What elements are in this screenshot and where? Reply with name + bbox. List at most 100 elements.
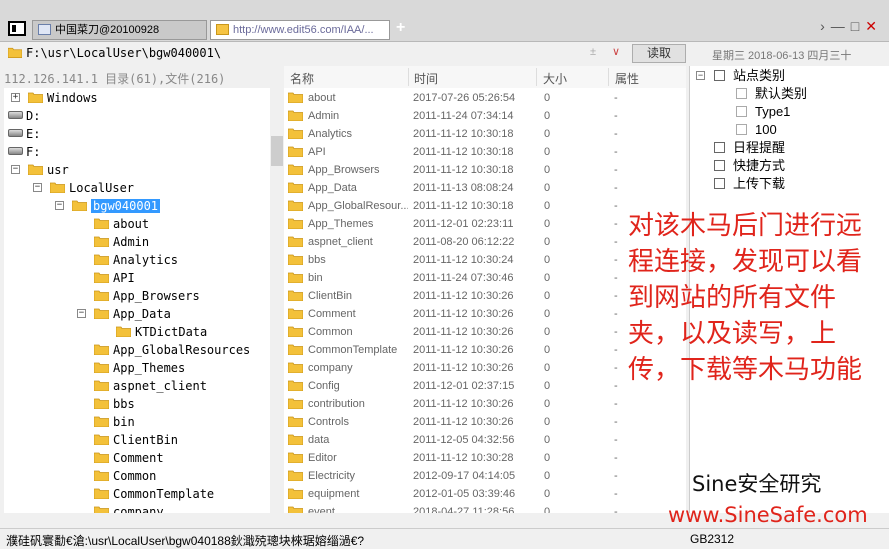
file-row[interactable]: data 2011-12-05 04:32:56 0 -: [284, 431, 686, 449]
column-time[interactable]: 时间: [414, 70, 438, 87]
column-divider[interactable]: [608, 68, 609, 86]
column-divider[interactable]: [408, 68, 409, 86]
file-row[interactable]: company 2011-11-12 10:30:26 0 -: [284, 359, 686, 377]
tab-site[interactable]: http://www.edit56.com/IAA/...: [210, 20, 390, 40]
chevron-right-icon[interactable]: ›: [820, 18, 831, 34]
site-panel-item[interactable]: 快捷方式: [714, 157, 785, 175]
tree-item[interactable]: aspnet_client: [94, 377, 207, 395]
tree-item[interactable]: Common: [94, 467, 156, 485]
file-row[interactable]: Config 2011-12-01 02:37:15 0 -: [284, 377, 686, 395]
column-size[interactable]: 大小: [543, 70, 567, 87]
file-row[interactable]: Electricity 2012-09-17 04:14:05 0 -: [284, 467, 686, 485]
file-row[interactable]: Editor 2011-11-12 10:30:28 0 -: [284, 449, 686, 467]
item-icon: [736, 124, 747, 135]
file-row[interactable]: event 2018-04-27 11:28:56 0 -: [284, 503, 686, 513]
tree-item[interactable]: Admin: [94, 233, 149, 251]
file-row[interactable]: about 2017-07-26 05:26:54 0 -: [284, 89, 686, 107]
file-row[interactable]: App_Themes 2011-12-01 02:23:11 0 -: [284, 215, 686, 233]
file-row[interactable]: CommonTemplate 2011-11-12 10:30:26 0 -: [284, 341, 686, 359]
collapse-icon[interactable]: −: [696, 71, 705, 80]
tree-item[interactable]: ClientBin: [94, 431, 178, 449]
file-time: 2011-11-12 10:30:18: [413, 200, 514, 212]
directory-tree[interactable]: + Windows D: E: F: − usr − LocalUser − bgw040001 ab…: [4, 88, 270, 513]
file-name: App_Themes: [308, 218, 374, 230]
path-input[interactable]: F:\usr\LocalUser\bgw040001\: [26, 46, 221, 60]
site-panel-item[interactable]: 上传下载: [714, 175, 785, 193]
file-row[interactable]: aspnet_client 2011-08-20 06:12:22 0 -: [284, 233, 686, 251]
column-attr[interactable]: 属性: [615, 70, 639, 87]
tree-item[interactable]: CommonTemplate: [94, 485, 214, 503]
app-icon[interactable]: [8, 21, 26, 36]
file-row[interactable]: equipment 2012-01-05 03:39:46 0 -: [284, 485, 686, 503]
collapse-icon[interactable]: −: [33, 183, 42, 192]
tree-item[interactable]: F:: [8, 143, 40, 161]
maximize-button[interactable]: □: [851, 18, 865, 34]
tab-main[interactable]: 中国菜刀@20100928: [32, 20, 207, 40]
expand-icon[interactable]: +: [11, 93, 20, 102]
site-panel-item[interactable]: Type1: [736, 103, 790, 121]
file-row[interactable]: API 2011-11-12 10:30:18 0 -: [284, 143, 686, 161]
encoding-indicator[interactable]: GB2312: [690, 532, 734, 546]
site-panel-item[interactable]: 日程提醒: [714, 139, 785, 157]
site-panel-item[interactable]: − 站点类别: [696, 67, 785, 85]
file-row[interactable]: App_GlobalResour... 2011-11-12 10:30:18 0 -: [284, 197, 686, 215]
tree-item[interactable]: KTDictData: [116, 323, 207, 341]
tree-item[interactable]: − App_Data: [77, 305, 171, 323]
tree-item[interactable]: App_Browsers: [94, 287, 200, 305]
file-row[interactable]: App_Browsers 2011-11-12 10:30:18 0 -: [284, 161, 686, 179]
file-row[interactable]: Admin 2011-11-24 07:34:14 0 -: [284, 107, 686, 125]
tree-item-label: D:: [26, 109, 41, 123]
minimize-button[interactable]: —: [831, 18, 851, 34]
column-name[interactable]: 名称: [290, 70, 314, 87]
collapse-icon[interactable]: −: [11, 165, 20, 174]
site-panel-item[interactable]: 默认类别: [736, 85, 807, 103]
tree-item[interactable]: + Windows: [11, 89, 98, 107]
file-attr: -: [614, 164, 618, 176]
tree-item[interactable]: D:: [8, 107, 40, 125]
file-name: Config: [308, 380, 340, 392]
file-row[interactable]: App_Data 2011-11-13 08:08:24 0 -: [284, 179, 686, 197]
read-button[interactable]: 读取: [632, 44, 686, 63]
close-button[interactable]: ✕: [865, 18, 883, 34]
site-panel-item[interactable]: 100: [736, 121, 777, 139]
file-row[interactable]: bin 2011-11-24 07:30:46 0 -: [284, 269, 686, 287]
tree-item[interactable]: E:: [8, 125, 40, 143]
tree-item[interactable]: Analytics: [94, 251, 178, 269]
tree-scrollbar-thumb[interactable]: [271, 136, 283, 166]
file-row[interactable]: contribution 2011-11-12 10:30:26 0 -: [284, 395, 686, 413]
tree-item[interactable]: − usr: [11, 161, 69, 179]
tree-item[interactable]: company: [94, 503, 164, 513]
file-row[interactable]: Analytics 2011-11-12 10:30:18 0 -: [284, 125, 686, 143]
file-attr: -: [614, 308, 618, 320]
tree-item[interactable]: App_GlobalResources: [94, 341, 250, 359]
file-row[interactable]: ClientBin 2011-11-12 10:30:26 0 -: [284, 287, 686, 305]
new-tab-button[interactable]: +: [396, 19, 405, 37]
collapse-icon[interactable]: −: [55, 201, 64, 210]
file-row[interactable]: bbs 2011-11-12 10:30:24 0 -: [284, 251, 686, 269]
file-attr: -: [614, 254, 618, 266]
file-row[interactable]: Controls 2011-11-12 10:30:26 0 -: [284, 413, 686, 431]
tree-item[interactable]: Comment: [94, 449, 164, 467]
tree-item[interactable]: about: [94, 215, 149, 233]
file-attr: -: [614, 452, 618, 464]
file-row[interactable]: Comment 2011-11-12 10:30:26 0 -: [284, 305, 686, 323]
column-divider[interactable]: [536, 68, 537, 86]
tree-item[interactable]: App_Themes: [94, 359, 185, 377]
tree-item[interactable]: API: [94, 269, 135, 287]
file-size: 0: [544, 506, 551, 513]
tree-item[interactable]: − LocalUser: [33, 179, 134, 197]
site-panel-label: Type1: [755, 104, 791, 119]
file-time: 2011-11-12 10:30:26: [413, 308, 514, 320]
chevron-down-icon[interactable]: ∨: [612, 45, 620, 58]
file-list[interactable]: about 2017-07-26 05:26:54 0 - Admin 2011-11-2…: [284, 88, 686, 513]
file-row[interactable]: Common 2011-11-12 10:30:26 0 -: [284, 323, 686, 341]
tree-item[interactable]: bin: [94, 413, 135, 431]
collapse-icon[interactable]: −: [77, 309, 86, 318]
file-size: 0: [544, 470, 551, 482]
tree-item[interactable]: bbs: [94, 395, 135, 413]
file-time: 2011-11-12 10:30:18: [413, 146, 514, 158]
tab-label: http://www.edit56.com/IAA/...: [233, 24, 374, 36]
tree-item[interactable]: − bgw040001: [55, 197, 161, 215]
history-icon[interactable]: ±: [590, 46, 596, 58]
folder-icon: [288, 506, 303, 513]
